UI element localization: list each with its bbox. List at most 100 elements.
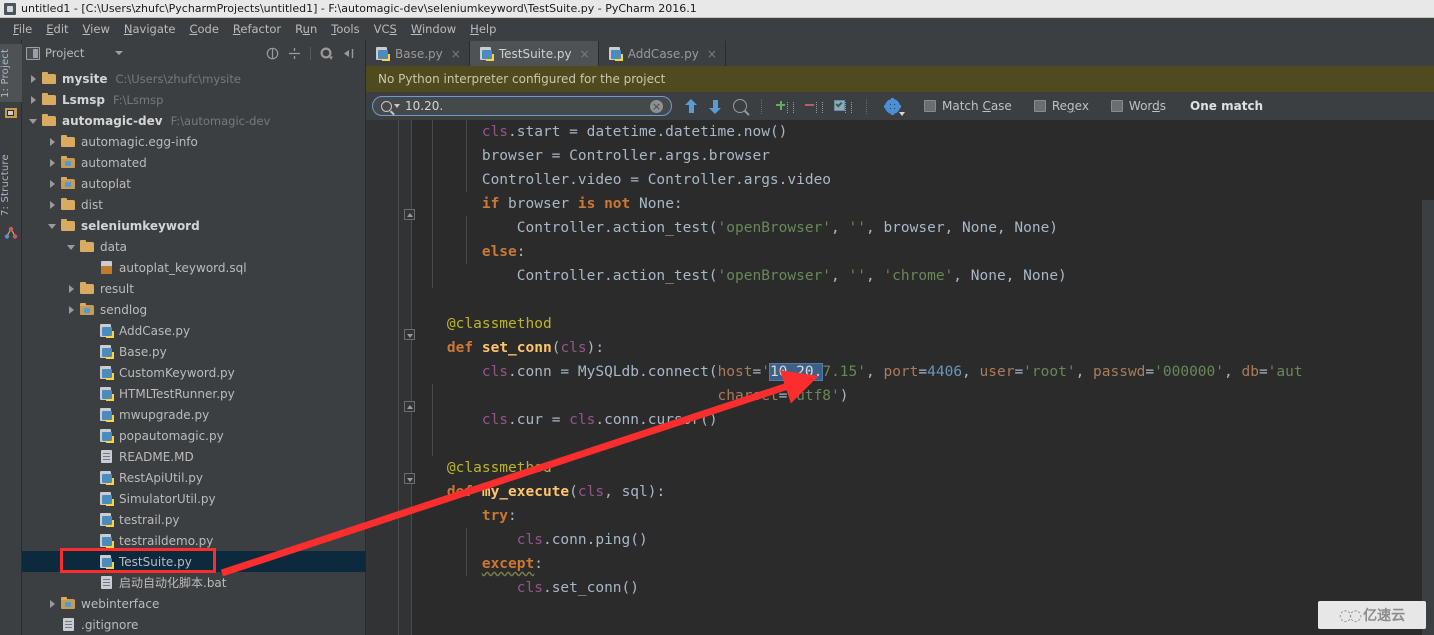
chevron-closed-icon[interactable] [47, 157, 59, 169]
editor-tab[interactable]: AddCase.py × [598, 41, 726, 66]
tree-node[interactable]: AddCase.py [22, 320, 366, 341]
tree-node[interactable]: HTMLTestRunner.py [22, 383, 366, 404]
editor-tab[interactable]: Base.py × [366, 41, 470, 66]
tree-node[interactable]: CustomKeyword.py [22, 362, 366, 383]
project-view-selector[interactable]: Project [26, 46, 124, 60]
select-all-occurrences-icon[interactable] [834, 99, 852, 113]
tree-node[interactable]: autoplat [22, 173, 366, 194]
chevron-closed-icon[interactable] [28, 94, 40, 106]
tree-node[interactable]: data [22, 236, 366, 257]
project-view-icon [26, 46, 40, 60]
chevron-closed-icon[interactable] [66, 283, 78, 295]
chevron-closed-icon[interactable] [28, 73, 40, 85]
settings-gear-icon[interactable] [320, 46, 333, 60]
tree-node[interactable]: autoplat_keyword.sql [22, 257, 366, 278]
expand-all-icon[interactable] [288, 47, 301, 60]
code-text[interactable]: cls.start = datetime.datetime.now() brow… [412, 120, 1434, 635]
checkbox[interactable] [924, 100, 936, 112]
chevron-closed-icon[interactable] [47, 136, 59, 148]
menu-refactor[interactable]: Refactor [226, 20, 288, 38]
menu-vcs[interactable]: VCS [367, 20, 404, 38]
checkbox[interactable] [1110, 100, 1123, 112]
close-icon[interactable]: × [580, 47, 590, 61]
menu-window[interactable]: Window [404, 20, 463, 38]
code-editor[interactable]: cls.start = datetime.datetime.now() brow… [366, 120, 1434, 635]
chevron-open-icon[interactable] [66, 241, 78, 253]
menu-edit[interactable]: Edit [39, 20, 75, 38]
tree-node[interactable]: README.MD [22, 446, 366, 467]
editor-gutter[interactable] [366, 120, 415, 635]
code-line: try: [412, 504, 1434, 528]
code-token: set_conn [481, 340, 552, 356]
project-tree[interactable]: mysite C:\Users\zhufc\mysite Lsmsp F:\Lsmsp… [22, 66, 366, 635]
tree-node[interactable]: 启动自动化脚本.bat [22, 572, 366, 593]
remove-occurrence-icon[interactable] [805, 99, 823, 113]
code-line: @classmethod [412, 312, 1434, 336]
code-token: is not [577, 196, 631, 212]
tree-node[interactable]: testrail.py [22, 509, 366, 530]
tree-node[interactable]: SimulatorUtil.py [22, 488, 366, 509]
code-token: .conn = MySQLdb.connect( [508, 364, 718, 380]
tree-node[interactable]: Base.py [22, 341, 366, 362]
collapse-all-icon[interactable] [266, 47, 279, 60]
chevron-closed-icon[interactable] [47, 199, 59, 211]
chevron-open-icon[interactable] [47, 220, 59, 232]
tree-node[interactable]: TestSuite.py [22, 551, 366, 572]
tree-node[interactable]: webinterface [22, 593, 366, 614]
editor-scrollbar[interactable] [1422, 200, 1434, 635]
tree-node[interactable]: .gitignore [22, 614, 366, 635]
close-icon[interactable]: × [707, 47, 717, 61]
tree-node[interactable]: Lsmsp F:\Lsmsp [22, 89, 366, 110]
tree-node[interactable]: RestApiUtil.py [22, 467, 366, 488]
editor-tab[interactable]: TestSuite.py × [469, 41, 599, 66]
chevron-closed-icon[interactable] [47, 178, 59, 190]
tree-node[interactable]: automated [22, 152, 366, 173]
code-token: , [866, 364, 884, 380]
tool-window-button-project[interactable]: 1: Project [0, 44, 22, 102]
tree-node[interactable]: popautomagic.py [22, 425, 366, 446]
close-icon[interactable]: × [451, 47, 461, 61]
prev-match-icon[interactable] [685, 98, 698, 114]
chevron-open-icon[interactable] [28, 115, 40, 127]
tree-node[interactable]: automagic.egg-info [22, 131, 366, 152]
menu-code[interactable]: Code [182, 20, 225, 38]
find-option-match-case[interactable]: Match Case [924, 99, 1012, 113]
find-option-words[interactable]: Words [1110, 99, 1166, 113]
find-option-regex[interactable]: Regex [1033, 99, 1089, 113]
tool-window-button-structure[interactable]: 7: Structure [0, 150, 22, 220]
add-occurrence-icon[interactable] [776, 99, 794, 113]
menu-run[interactable]: Run [288, 20, 324, 38]
menu-navigate[interactable]: Navigate [117, 20, 183, 38]
tree-node[interactable]: result [22, 278, 366, 299]
tree-node[interactable]: mwupgrade.py [22, 404, 366, 425]
menu-help[interactable]: Help [463, 20, 503, 38]
chevron-closed-icon[interactable] [47, 598, 59, 610]
find-settings-gear-icon[interactable] [884, 97, 905, 116]
code-line: def set_conn(cls): [412, 336, 1434, 360]
menu-view[interactable]: View [76, 20, 117, 38]
interpreter-warning-banner[interactable]: No Python interpreter configured for the… [366, 66, 1434, 92]
next-match-icon[interactable] [709, 99, 722, 114]
editor-tab-label: AddCase.py [627, 46, 699, 61]
menu-tools[interactable]: Tools [324, 20, 366, 38]
tree-node[interactable]: seleniumkeyword [22, 215, 366, 236]
tree-node[interactable]: dist [22, 194, 366, 215]
tree-node[interactable]: sendlog [22, 299, 366, 320]
find-in-path-icon[interactable] [733, 99, 747, 113]
indent-guide [398, 120, 399, 635]
checkbox[interactable] [1033, 100, 1046, 112]
clear-icon[interactable]: × [650, 99, 663, 113]
search-input[interactable]: 10.20. × [372, 96, 672, 116]
tree-node[interactable]: mysite C:\Users\zhufc\mysite [22, 68, 366, 89]
menu-file[interactable]: File [6, 20, 39, 38]
chevron-closed-icon[interactable] [66, 304, 78, 316]
project-panel-header: Project [22, 40, 365, 66]
python-file-icon [99, 492, 114, 505]
hide-panel-icon[interactable] [342, 47, 355, 60]
tree-node[interactable]: automagic-dev F:\automagic-dev [22, 110, 366, 131]
tree-node[interactable]: testraildemo.py [22, 530, 366, 551]
code-token: else [481, 244, 517, 260]
chevron-down-icon[interactable] [394, 104, 400, 108]
